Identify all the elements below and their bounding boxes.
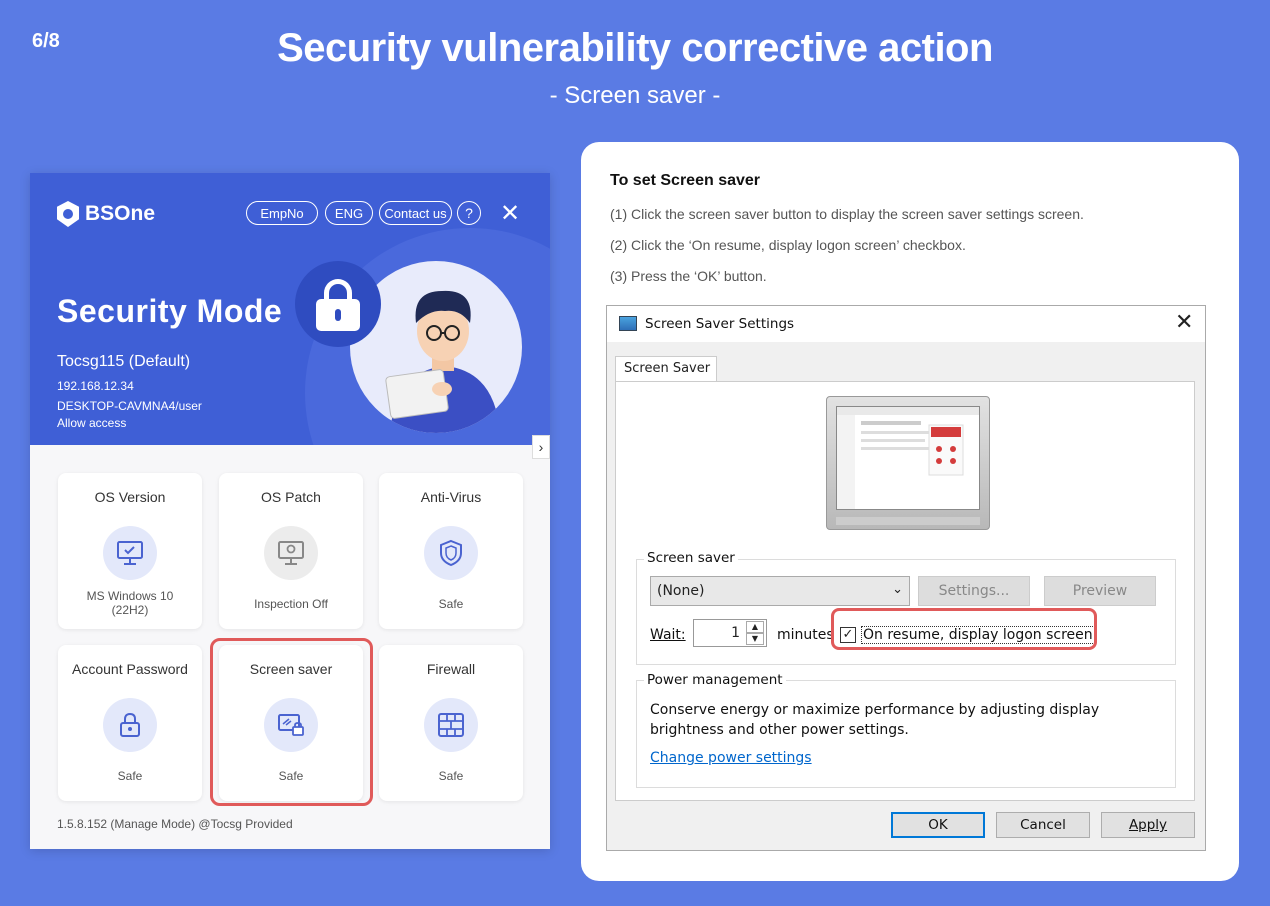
wait-minutes-value: 1 [731,625,740,641]
wait-minutes-stepper[interactable]: 1 ▲ ▼ [693,619,767,647]
shield-icon [424,526,478,580]
card-firewall[interactable]: Firewall Safe [379,645,523,801]
cancel-button[interactable]: Cancel [996,812,1090,838]
card-title: Firewall [426,661,476,677]
instruction-step: (3) Press the ‘OK’ button. [610,268,767,284]
instructions-title: To set Screen saver [610,172,761,189]
slide-title: Security vulnerability corrective action [277,26,993,70]
instructions-panel: To set Screen saver (1) Click the screen… [581,142,1239,881]
contact-us-button[interactable]: Contact us [379,201,452,225]
card-status: MS Windows 10 (22H2) [86,589,174,617]
instruction-step: (2) Click the ‘On resume, display logon … [610,237,966,253]
instruction-step: (1) Click the screen saver button to dis… [610,206,1084,222]
settings-button[interactable]: Settings... [918,576,1030,606]
screen-saver-select[interactable]: (None) ⌄ [650,576,910,606]
lock-icon [103,698,157,752]
help-button[interactable]: ? [457,201,481,225]
card-status: Safe [438,769,464,783]
shield-logo-icon [57,201,79,227]
monitor-check-icon [103,526,157,580]
dialog-titlebar: Screen Saver Settings ✕ [607,306,1205,342]
card-status: Inspection Off [254,597,328,611]
wait-label: Wait: [650,627,686,643]
card-title: Anti-Virus [420,489,482,505]
bsone-logo: BSOne [57,201,155,227]
screen-saver-select-value: (None) [657,583,705,599]
minutes-label: minutes [777,627,834,643]
card-status: Safe [117,769,143,783]
screen-saver-group-label: Screen saver [644,550,738,566]
screen-saver-settings-dialog: Screen Saver Settings ✕ Screen Saver Scr… [606,305,1206,851]
access-status: Allow access [57,416,127,430]
monitor-preview [826,396,990,530]
dialog-title: Screen Saver Settings [645,316,795,332]
ok-button[interactable]: OK [891,812,985,838]
bsone-app-window: BSOne EmpNo ENG Contact us ? ✕ Security … [30,173,550,849]
change-power-settings-link[interactable]: Change power settings [650,750,812,766]
preview-screen [836,406,980,510]
app-header: BSOne EmpNo ENG Contact us ? ✕ Security … [30,173,550,445]
card-account-password[interactable]: Account Password Safe [58,645,202,801]
brand-name: BSOne [85,202,156,225]
power-management-group-label: Power management [644,672,786,688]
user-name: Tocsg115 (Default) [57,353,191,370]
card-status: Safe [438,597,464,611]
host-name: DESKTOP-CAVMNA4/user [57,399,202,413]
firewall-icon [424,698,478,752]
card-os-version[interactable]: OS Version MS Windows 10 (22H2) [58,473,202,629]
lock-badge-icon [295,261,381,347]
mode-title: Security Mode [57,293,283,329]
language-button[interactable]: ENG [325,201,373,225]
stepper-down-icon[interactable]: ▼ [746,633,764,645]
app-version-footer: 1.5.8.152 (Manage Mode) @Tocsg Provided [57,817,293,831]
tab-page: Screen saver (None) ⌄ Settings... Previe… [615,381,1195,801]
power-description: Conserve energy or maximize performance … [650,702,1100,738]
ip-address: 192.168.12.34 [57,379,134,393]
stepper-up-icon[interactable]: ▲ [746,621,764,633]
card-anti-virus[interactable]: Anti-Virus Safe [379,473,523,629]
apply-button[interactable]: Apply [1101,812,1195,838]
screen-saver-app-icon [619,316,637,331]
monitor-bulb-icon [264,526,318,580]
slide-subtitle: - Screen saver - [549,82,721,109]
tab-screen-saver[interactable]: Screen Saver [615,356,717,382]
card-os-patch[interactable]: OS Patch Inspection Off [219,473,363,629]
screen-saver-highlight [210,638,373,806]
expand-arrow-button[interactable]: › [532,435,550,459]
monitor-stand [836,517,980,525]
card-title: OS Patch [261,489,321,505]
close-icon[interactable]: ✕ [500,199,520,228]
card-title: Account Password [72,661,188,677]
close-icon[interactable]: ✕ [1175,310,1193,335]
empno-button[interactable]: EmpNo [246,201,318,225]
card-title: OS Version [94,489,166,505]
resume-checkbox-highlight [831,608,1097,650]
preview-button[interactable]: Preview [1044,576,1156,606]
chevron-down-icon: ⌄ [892,582,903,597]
